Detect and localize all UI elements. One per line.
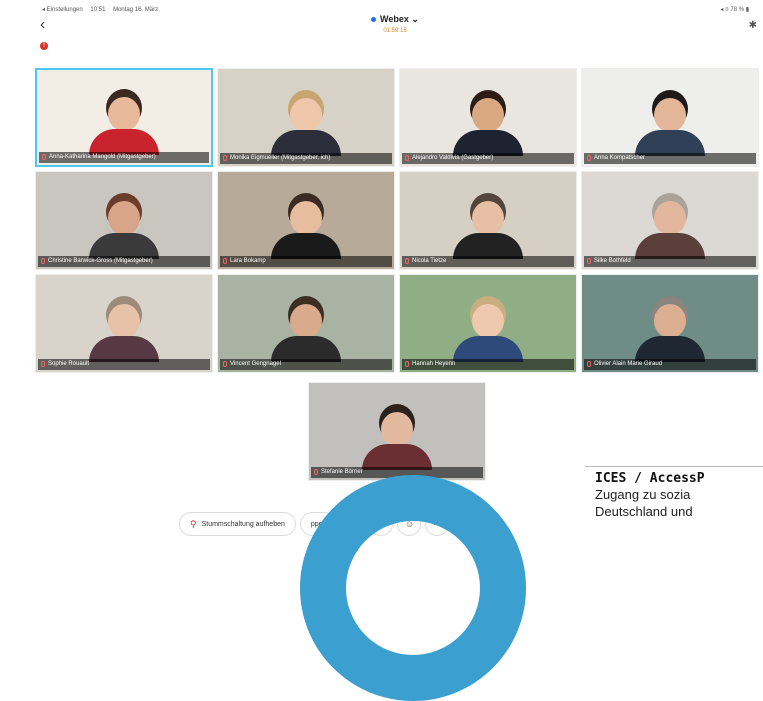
status-bar-right: ◂ ⌾ 78 % ▮ <box>720 7 749 13</box>
video-tile[interactable]: Silke Bothfeld <box>581 171 759 270</box>
participant-video <box>453 201 523 259</box>
participant-name: Nicola Tietze <box>412 258 447 264</box>
mic-muted-icon <box>587 258 591 264</box>
video-tile[interactable]: Anna-Katharina Mangold (Mitgastgeber) <box>35 68 213 167</box>
participant-name: Monika Eigmueller (Mitgastgeber, ich) <box>230 155 331 161</box>
participant-name-label: Christine Barwick-Gross (Mitgastgeber) <box>38 256 210 267</box>
participant-head <box>654 201 686 235</box>
video-tile[interactable]: Monika Eigmueller (Mitgastgeber, ich) <box>217 68 395 167</box>
participant-head <box>654 304 686 338</box>
participant-head <box>108 304 140 338</box>
participant-name-label: Silke Bothfeld <box>584 256 756 267</box>
video-tile[interactable]: Alejandro Valdivia (Gastgeber) <box>399 68 577 167</box>
mic-muted-icon <box>223 258 227 264</box>
video-tile[interactable]: Olivier Alain Marie Giraud <box>581 274 759 373</box>
participant-head <box>472 98 504 132</box>
participant-name: Christine Barwick-Gross (Mitgastgeber) <box>48 258 153 264</box>
participant-name: Silke Bothfeld <box>594 258 631 264</box>
participant-video <box>271 98 341 156</box>
mic-muted-icon <box>41 258 45 264</box>
settings-back-link[interactable]: ◂ Einstellungen <box>42 7 83 13</box>
participant-head <box>290 201 322 235</box>
webex-logo-icon <box>371 17 377 23</box>
participant-head <box>381 412 413 446</box>
participant-video <box>635 98 705 156</box>
participant-head <box>654 98 686 132</box>
unmute-label: Stummschaltung aufheben <box>201 520 285 528</box>
participant-video <box>271 304 341 362</box>
blue-ring-overlay <box>300 475 526 701</box>
video-tile[interactable]: Stefanie Börner <box>308 382 486 481</box>
participant-name-label: Olivier Alain Marie Giraud <box>584 359 756 370</box>
meeting-header[interactable]: Webex ⌄ 01:59:16 <box>340 14 450 34</box>
video-tile[interactable]: Nicola Tietze <box>399 171 577 270</box>
participant-name-label: Hannah Heyenn <box>402 359 574 370</box>
participant-head <box>108 201 140 235</box>
video-tile[interactable]: Anna Kompatscher <box>581 68 759 167</box>
participant-head <box>290 98 322 132</box>
participant-head <box>108 97 140 131</box>
mic-muted-icon <box>405 361 409 367</box>
participant-video <box>453 98 523 156</box>
participant-video <box>89 97 159 155</box>
alert-badge-icon[interactable]: ! <box>40 42 48 50</box>
participant-video <box>89 201 159 259</box>
participant-name-label: Nicola Tietze <box>402 256 574 267</box>
participant-name-label: Alejandro Valdivia (Gastgeber) <box>402 153 574 164</box>
participant-name: Stefanie Börner <box>321 469 363 475</box>
participant-name-label: Sophie Rouault <box>38 359 210 370</box>
caption-overlay: ICES / AccessP Zugang zu sozia Deutschla… <box>585 467 763 562</box>
participant-video <box>89 304 159 362</box>
participant-name: Sophie Rouault <box>48 361 90 367</box>
mic-muted-icon: ⚲ <box>190 518 197 529</box>
status-bar-left: ◂ Einstellungen 10:51 Montag 16. März <box>42 6 164 13</box>
participant-name: Lara Bokamp <box>230 258 266 264</box>
status-date: Montag 16. März <box>113 7 159 13</box>
participant-name: Vincent Gengnagel <box>230 361 281 367</box>
video-tile[interactable]: Lara Bokamp <box>217 171 395 270</box>
overlay-line: Deutschland und <box>595 504 693 519</box>
video-tile[interactable]: Vincent Gengnagel <box>217 274 395 373</box>
mic-muted-icon <box>223 155 227 161</box>
mic-muted-icon <box>42 154 46 160</box>
participant-head <box>472 201 504 235</box>
participant-name: Alejandro Valdivia (Gastgeber) <box>412 155 494 161</box>
participant-name-label: Vincent Gengnagel <box>220 359 392 370</box>
participant-name-label: Monika Eigmueller (Mitgastgeber, ich) <box>220 153 392 164</box>
video-tile[interactable]: Hannah Heyenn <box>399 274 577 373</box>
participant-name-label: Anna-Katharina Mangold (Mitgastgeber) <box>39 152 209 163</box>
app-name: Webex <box>380 14 409 24</box>
participant-video <box>453 304 523 362</box>
participant-name-label: Lara Bokamp <box>220 256 392 267</box>
mic-muted-icon <box>405 258 409 264</box>
chevron-down-icon: ⌄ <box>408 14 419 24</box>
participant-video <box>362 412 432 470</box>
participant-video <box>271 201 341 259</box>
participant-video <box>635 304 705 362</box>
mic-muted-icon <box>41 361 45 367</box>
participant-head <box>472 304 504 338</box>
overlay-title: ICES / AccessP <box>595 471 705 486</box>
participant-name: Olivier Alain Marie Giraud <box>594 361 663 367</box>
mic-muted-icon <box>314 469 318 475</box>
meeting-title[interactable]: Webex ⌄ <box>340 14 450 25</box>
participant-name-label: Anna Kompatscher <box>584 153 756 164</box>
mic-muted-icon <box>405 155 409 161</box>
bluetooth-icon[interactable]: ✱ <box>749 20 757 31</box>
mic-muted-icon <box>223 361 227 367</box>
unmute-button[interactable]: ⚲ Stummschaltung aufheben <box>180 513 295 535</box>
mic-muted-icon <box>587 155 591 161</box>
participant-name: Anna Kompatscher <box>594 155 646 161</box>
overlay-line: Zugang zu sozia <box>595 487 691 502</box>
back-chevron-icon[interactable]: ‹ <box>40 17 45 33</box>
meeting-timer: 01:59:16 <box>383 28 407 34</box>
mic-muted-icon <box>587 361 591 367</box>
participant-name: Hannah Heyenn <box>412 361 456 367</box>
participant-video <box>635 201 705 259</box>
status-time: 10:51 <box>90 7 106 13</box>
participant-name: Anna-Katharina Mangold (Mitgastgeber) <box>49 154 156 160</box>
video-tile[interactable]: Sophie Rouault <box>35 274 213 373</box>
participant-head <box>290 304 322 338</box>
video-tile[interactable]: Christine Barwick-Gross (Mitgastgeber) <box>35 171 213 270</box>
